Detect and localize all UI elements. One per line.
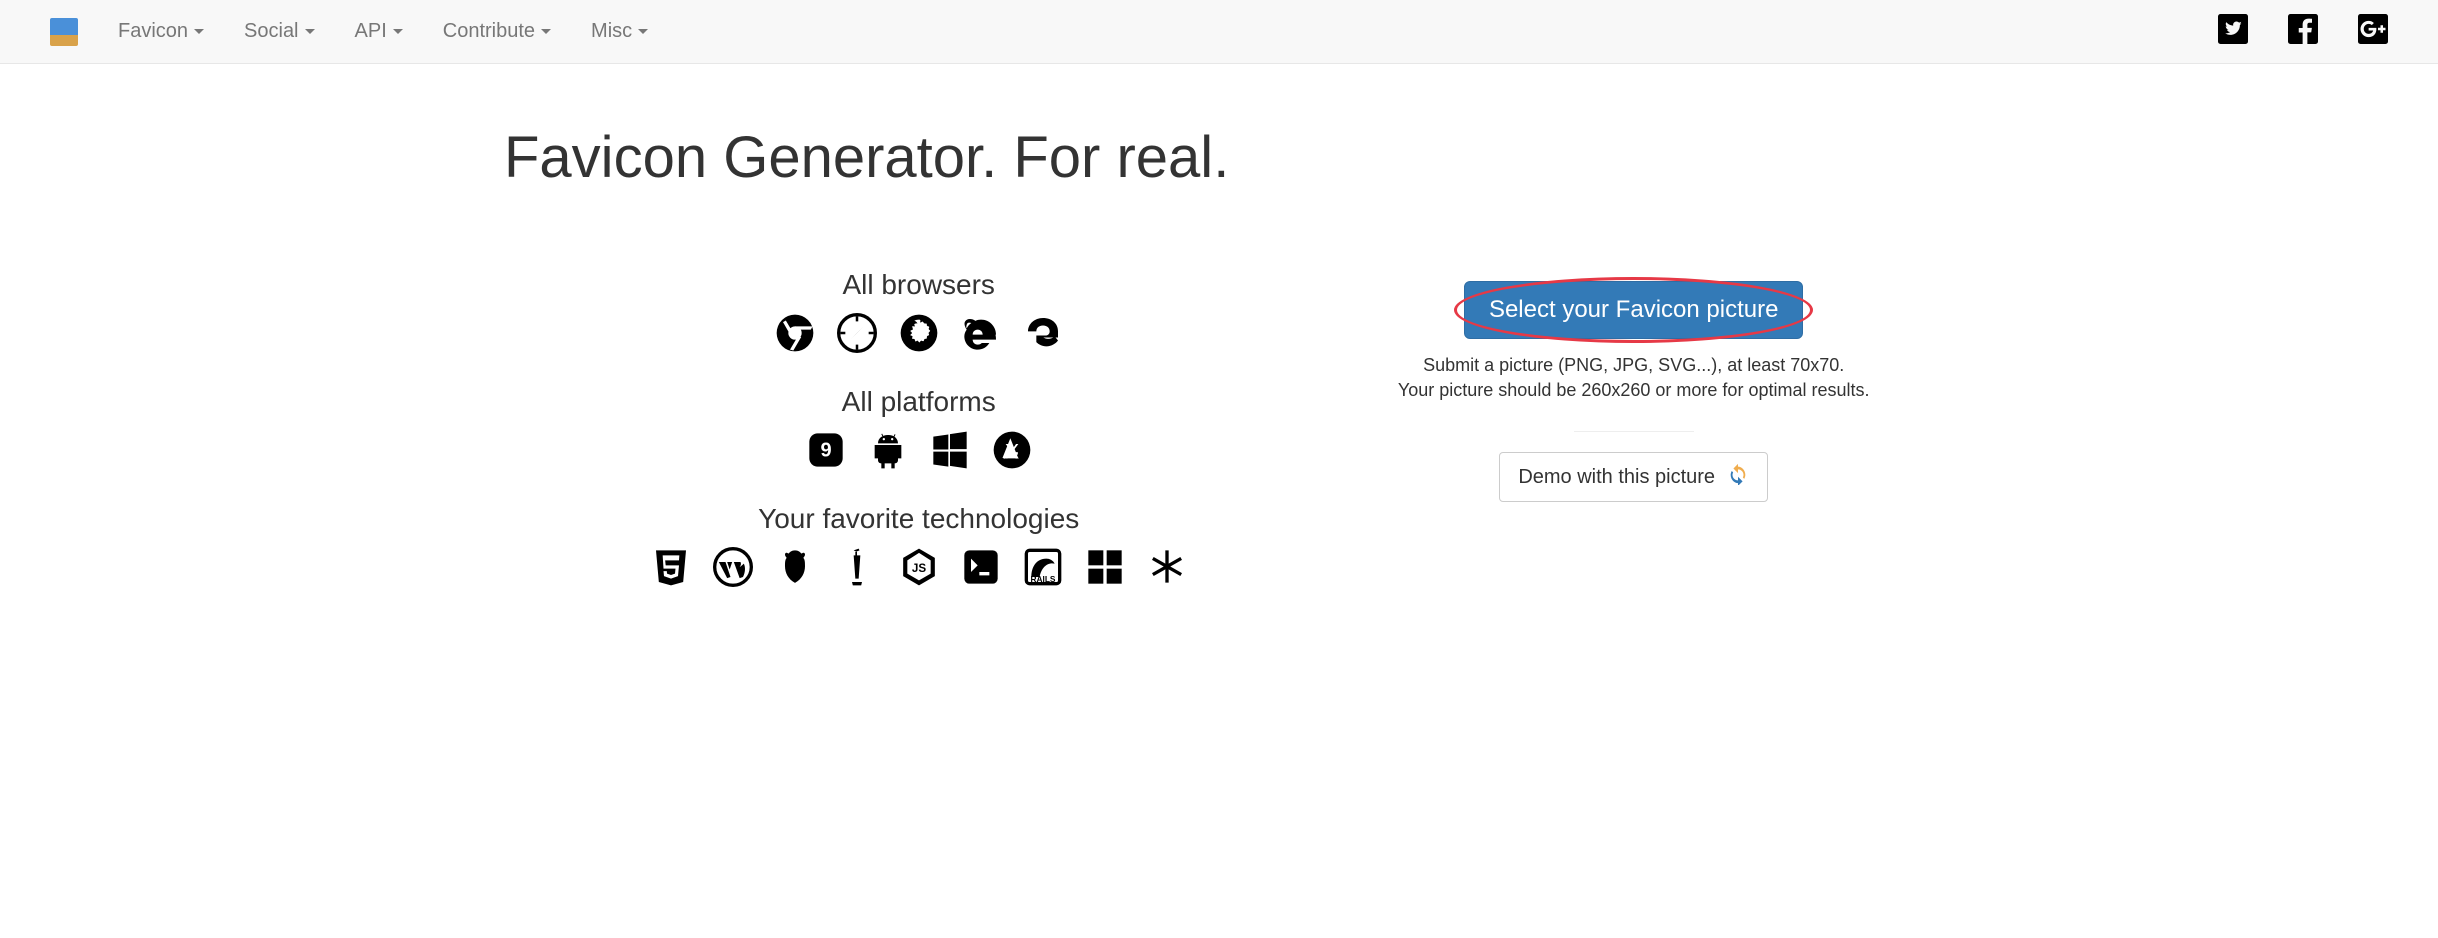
nav-item-api[interactable]: API xyxy=(355,20,403,43)
nav-label: API xyxy=(355,20,387,43)
grunt-icon xyxy=(775,547,815,592)
nodejs-icon: JS xyxy=(899,547,939,592)
technologies-icons: JS RAILS xyxy=(504,547,1333,592)
asterisk-icon xyxy=(1147,547,1187,592)
svg-text:X: X xyxy=(1004,438,1018,463)
social-icons xyxy=(2218,14,2388,49)
cli-icon xyxy=(961,547,1001,592)
facebook-icon[interactable] xyxy=(2288,14,2318,49)
safari-icon xyxy=(837,313,877,358)
nav-label: Favicon xyxy=(118,20,188,43)
demo-button[interactable]: Demo with this picture xyxy=(1499,452,1768,502)
upload-hint-1: Submit a picture (PNG, JPG, SVG...), at … xyxy=(1423,355,1844,376)
refresh-icon xyxy=(1727,463,1749,491)
nav-item-contribute[interactable]: Contribute xyxy=(443,20,551,43)
navbar: Favicon Social API Contribute Misc xyxy=(0,0,2438,64)
rails-icon: RAILS xyxy=(1023,547,1063,592)
section-title-platforms: All platforms xyxy=(504,386,1333,418)
svg-text:JS: JS xyxy=(912,562,926,575)
upload-hint-2: Your picture should be 260x260 or more f… xyxy=(1398,380,1870,401)
svg-text:9: 9 xyxy=(820,440,831,462)
main-container: Favicon Generator. For real. All browser… xyxy=(484,124,1954,602)
ie-icon xyxy=(961,313,1001,358)
caret-down-icon xyxy=(638,29,648,34)
google-plus-icon[interactable] xyxy=(2358,14,2388,49)
gulp-icon xyxy=(837,547,877,592)
caret-down-icon xyxy=(393,29,403,34)
nav-label: Social xyxy=(244,20,298,43)
main-row: All browsers All platforms 9 X Your favo… xyxy=(504,241,1934,602)
brand-logo[interactable] xyxy=(50,18,78,46)
section-title-browsers: All browsers xyxy=(504,269,1333,301)
nav-label: Misc xyxy=(591,20,632,43)
left-column: All browsers All platforms 9 X Your favo… xyxy=(504,241,1333,602)
wordpress-icon xyxy=(713,547,753,592)
html5-icon xyxy=(651,547,691,592)
edge-icon xyxy=(1023,313,1063,358)
divider xyxy=(1574,431,1694,432)
caret-down-icon xyxy=(305,29,315,34)
twitter-icon[interactable] xyxy=(2218,14,2248,49)
ios-icon: 9 xyxy=(806,430,846,475)
android-icon xyxy=(868,430,908,475)
firefox-icon xyxy=(899,313,939,358)
windows-icon xyxy=(930,430,970,475)
chrome-icon xyxy=(775,313,815,358)
caret-down-icon xyxy=(194,29,204,34)
page-title: Favicon Generator. For real. xyxy=(504,124,1934,191)
select-picture-wrap: Select your Favicon picture xyxy=(1464,281,1803,339)
macos-icon: X xyxy=(992,430,1032,475)
nav-item-social[interactable]: Social xyxy=(244,20,314,43)
nav-items: Favicon Social API Contribute Misc xyxy=(118,20,2218,43)
section-title-technologies: Your favorite technologies xyxy=(504,503,1333,535)
demo-button-label: Demo with this picture xyxy=(1518,466,1715,489)
nav-label: Contribute xyxy=(443,20,535,43)
svg-text:RAILS: RAILS xyxy=(1030,574,1055,584)
platforms-icons: 9 X xyxy=(504,430,1333,475)
nav-item-favicon[interactable]: Favicon xyxy=(118,20,204,43)
select-picture-button[interactable]: Select your Favicon picture xyxy=(1464,281,1803,339)
nav-item-misc[interactable]: Misc xyxy=(591,20,648,43)
caret-down-icon xyxy=(541,29,551,34)
browsers-icons xyxy=(504,313,1333,358)
microsoft-icon xyxy=(1085,547,1125,592)
right-column: Select your Favicon picture Submit a pic… xyxy=(1333,241,1934,602)
